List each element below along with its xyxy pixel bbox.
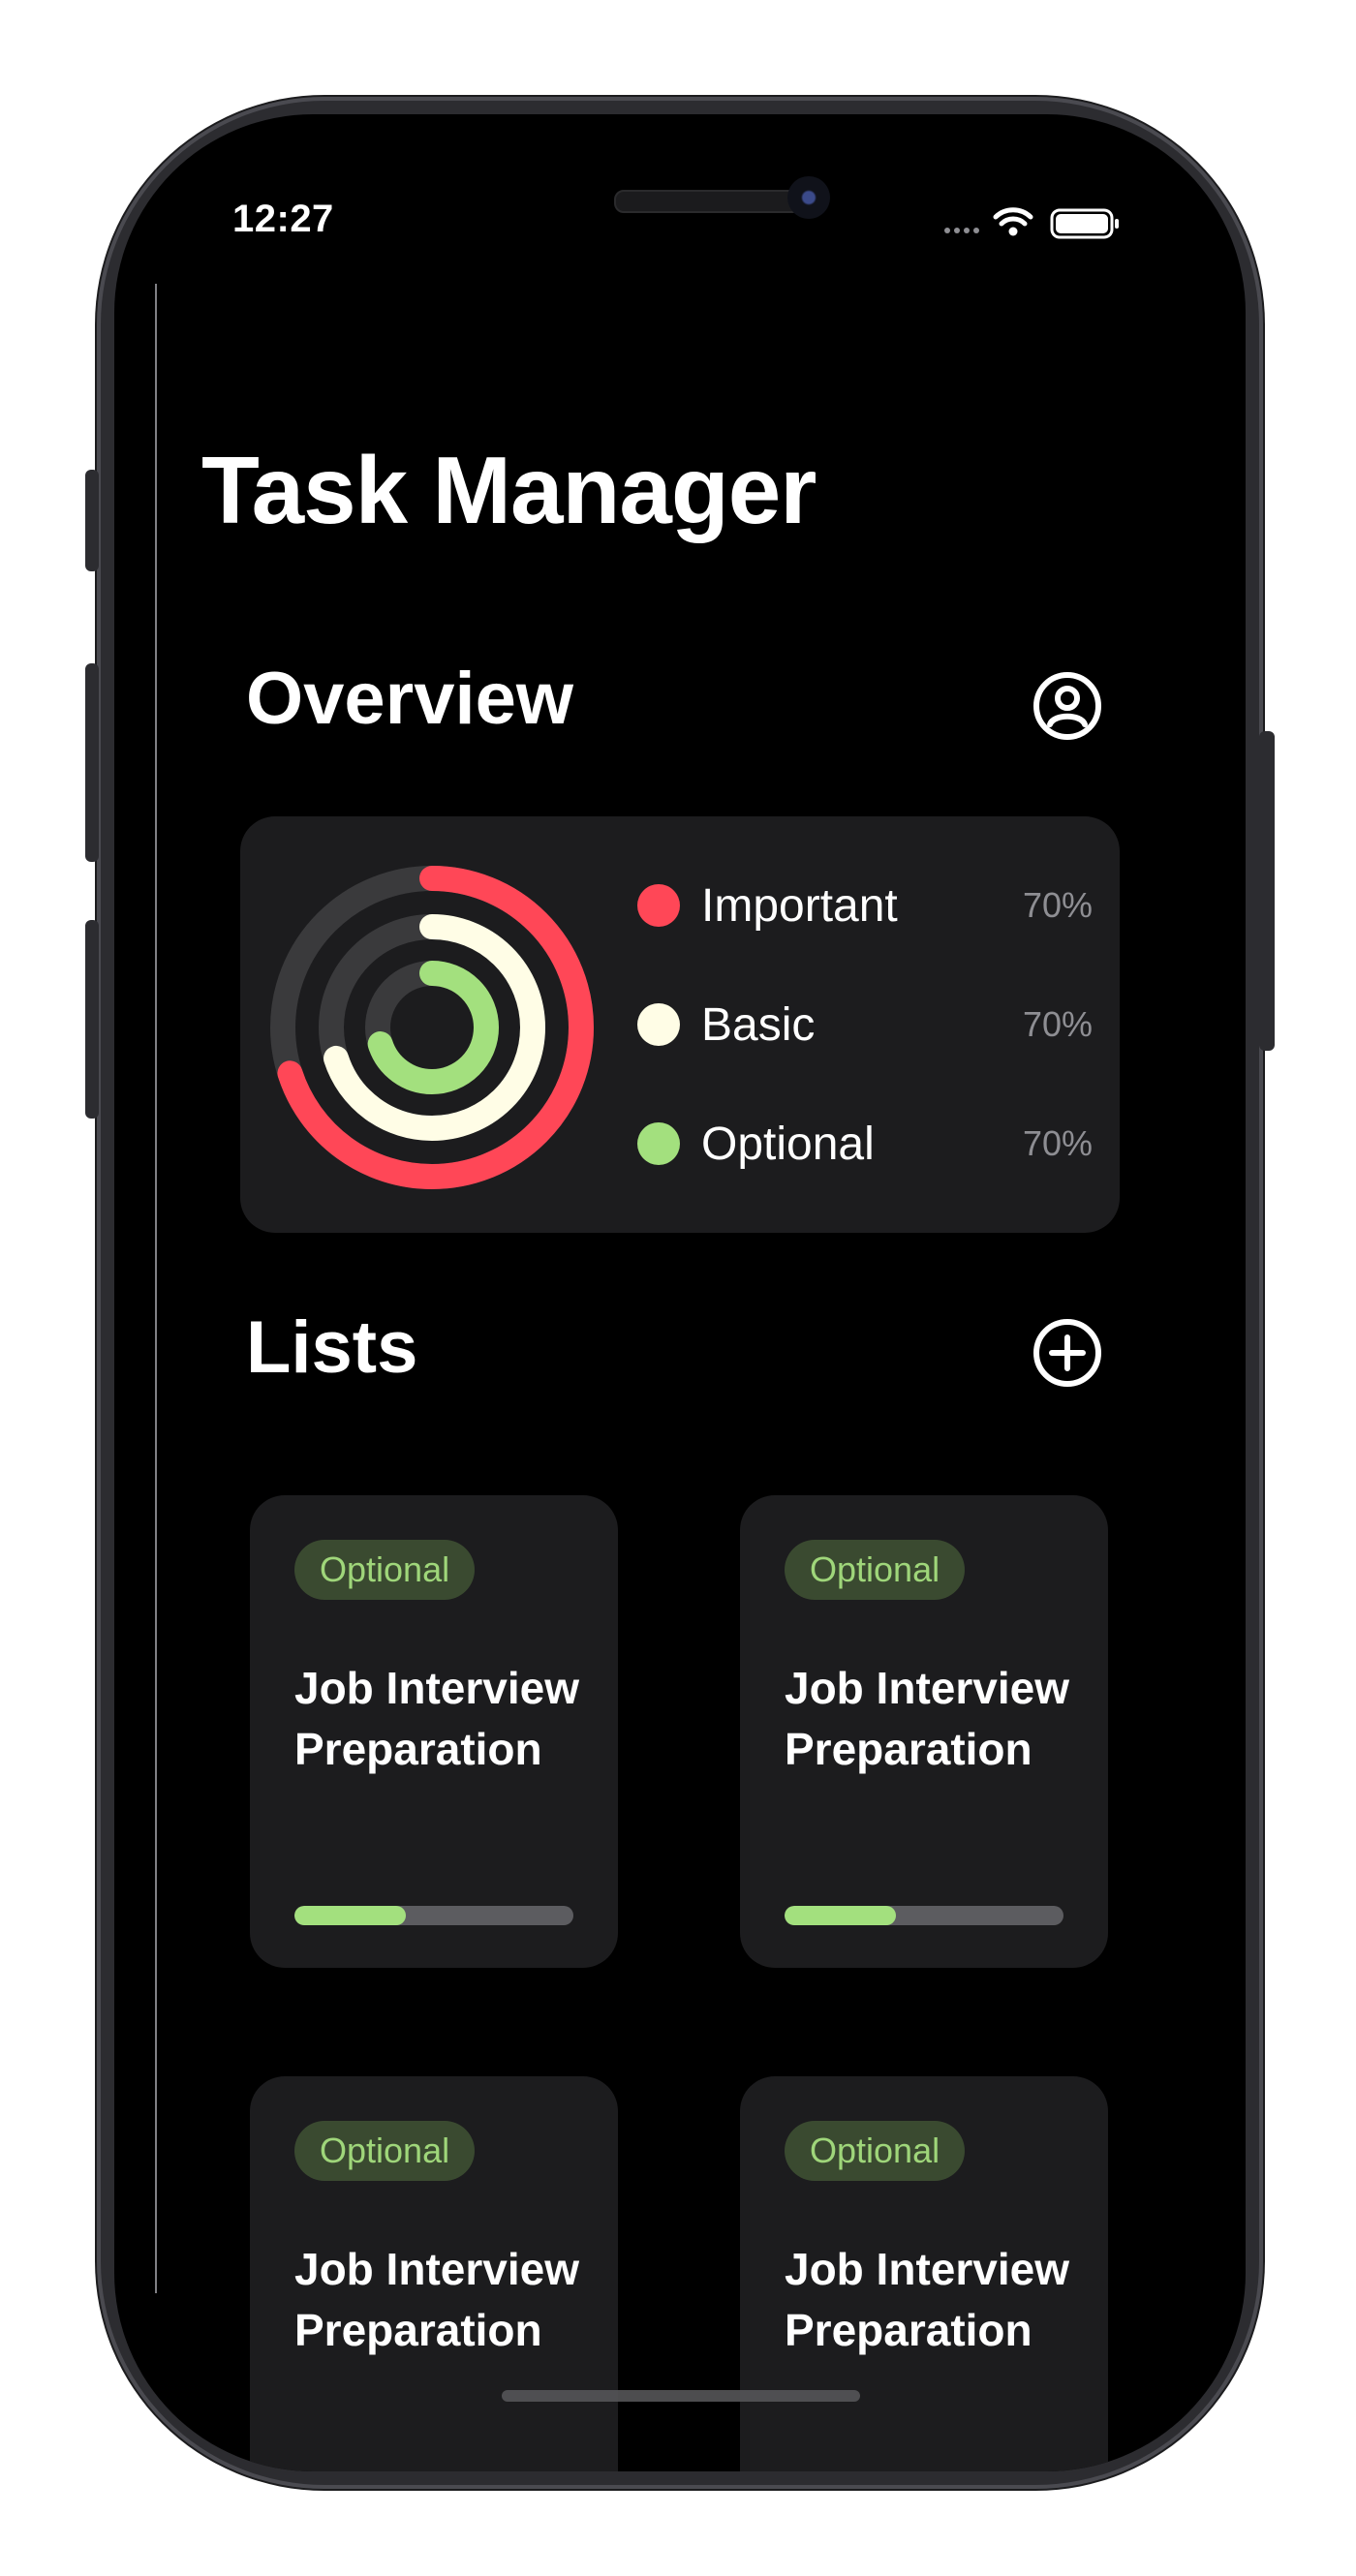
priority-badge: Optional [785, 1540, 966, 1600]
legend-percent: 70% [1022, 885, 1093, 925]
volume-up-button [85, 663, 99, 862]
list-card[interactable]: Optional Job Interview Preparation [740, 1495, 1108, 1968]
legend-label: Basic [701, 998, 816, 1051]
overview-card[interactable]: Important 70% Basic 70% Optional 70% [240, 816, 1120, 1233]
list-card[interactable]: Optional Job Interview Preparation [250, 2076, 618, 2471]
priority-badge: Optional [294, 1540, 476, 1600]
progress-bar [294, 1906, 573, 1925]
list-title: Job Interview Preparation [294, 1663, 579, 1774]
list-card[interactable]: Optional Job Interview Preparation [250, 1495, 618, 1968]
progress-bar [785, 1906, 1063, 1925]
progress-fill [294, 1906, 407, 1925]
add-list-button[interactable] [1032, 1318, 1102, 1388]
legend-percent: 70% [1022, 1004, 1093, 1044]
legend-label: Optional [701, 1118, 875, 1170]
activity-rings [270, 866, 594, 1189]
screen: 12:27 Task Manager Overview Important 70… [114, 114, 1246, 2471]
volume-down-button [85, 920, 99, 1119]
silent-switch [85, 470, 99, 571]
signal-wifi-battery-icon [944, 207, 1119, 239]
page-title: Task Manager [201, 437, 817, 543]
priority-badge: Optional [294, 2121, 476, 2181]
list-title: Job Interview Preparation [294, 2244, 579, 2355]
priority-badge: Optional [785, 2121, 966, 2181]
plus-circle-icon [1033, 1319, 1101, 1387]
status-time: 12:27 [232, 198, 334, 240]
profile-button[interactable] [1032, 671, 1102, 741]
lists-title: Lists [246, 1306, 418, 1389]
legend-dot [637, 1003, 680, 1046]
home-indicator[interactable] [502, 2390, 860, 2402]
list-title: Job Interview Preparation [785, 1663, 1069, 1774]
status-icons [936, 201, 1129, 240]
list-card[interactable]: Optional Job Interview Preparation [740, 2076, 1108, 2471]
front-camera [787, 176, 830, 219]
legend-dot [637, 1122, 680, 1165]
earpiece-speaker [614, 190, 802, 213]
person-circle-icon [1033, 672, 1101, 740]
scroll-edge-line [155, 284, 157, 2293]
legend-row-optional: Optional 70% [637, 1115, 1093, 1173]
legend-row-basic: Basic 70% [637, 996, 1093, 1054]
legend-dot [637, 884, 680, 927]
legend-label: Important [701, 879, 898, 932]
progress-fill [785, 1906, 897, 1925]
overview-title: Overview [246, 658, 573, 740]
power-button [1259, 731, 1275, 1051]
legend-row-important: Important 70% [637, 876, 1093, 935]
legend-percent: 70% [1022, 1123, 1093, 1163]
list-title: Job Interview Preparation [785, 2244, 1069, 2355]
